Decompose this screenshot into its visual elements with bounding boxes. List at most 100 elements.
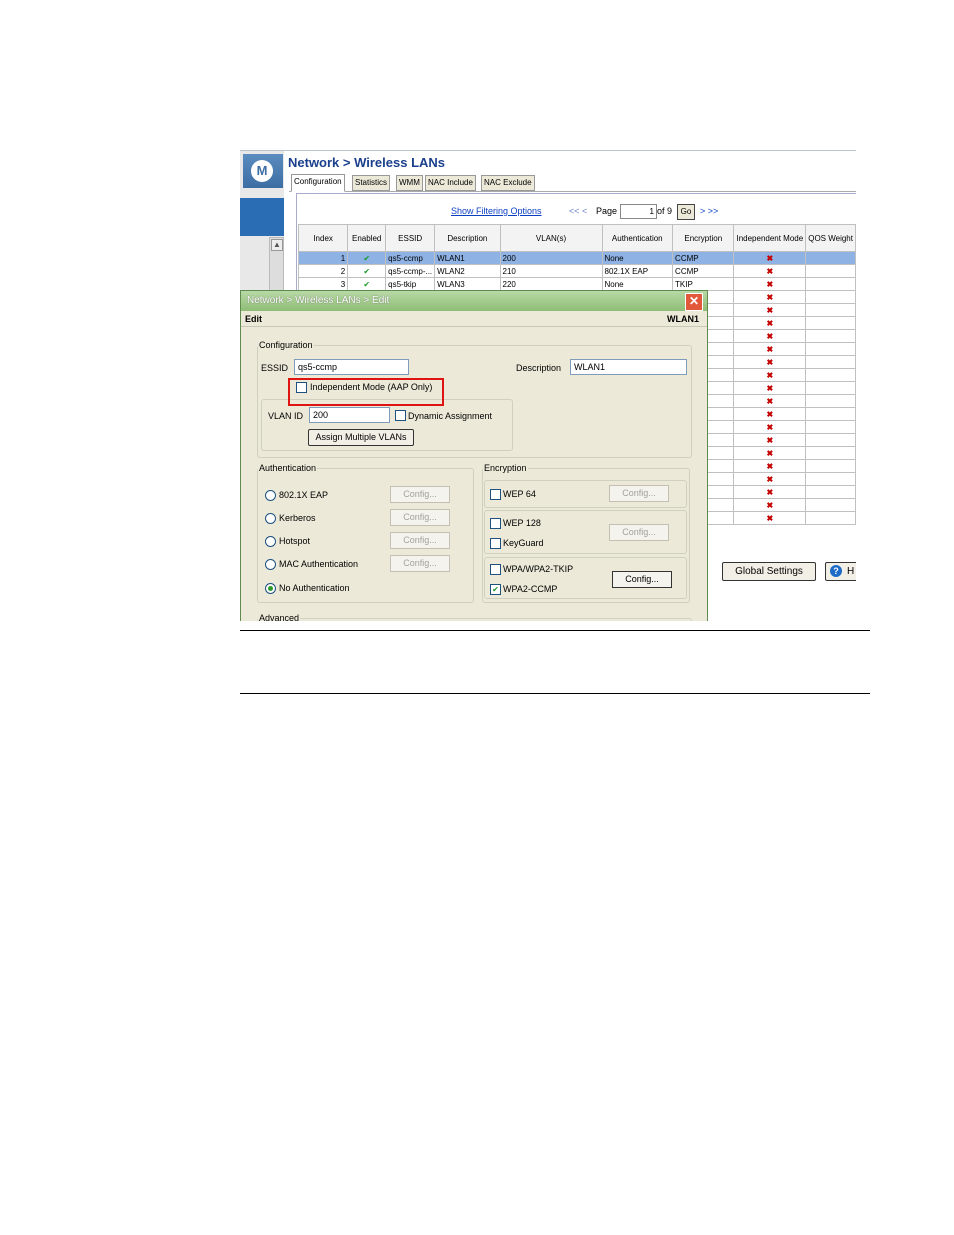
cell-description: WLAN2 [434, 264, 501, 278]
config-button-8021x[interactable]: Config... [390, 486, 450, 503]
keyguard-checkbox[interactable] [490, 538, 501, 549]
sidebar-nav-bar[interactable] [240, 198, 284, 236]
tab-configuration[interactable]: Configuration [291, 174, 345, 192]
enabled-check-icon: ✔ [347, 264, 387, 278]
essid-input[interactable]: qs5-ccmp [294, 359, 409, 375]
next-page-link[interactable]: > >> [700, 206, 718, 216]
edit-label: Edit [245, 314, 262, 324]
radio-8021x-eap[interactable] [265, 490, 276, 501]
table-row[interactable]: 1 ✔ qs5-ccmp WLAN1 200 None CCMP ✖ [297, 251, 856, 265]
wep64-checkbox[interactable] [490, 489, 501, 500]
col-qos-weight[interactable]: QOS Weight [805, 224, 856, 252]
wep128-checkbox[interactable] [490, 518, 501, 529]
cell-description: WLAN3 [434, 277, 501, 291]
page-input[interactable]: 1 [620, 204, 657, 219]
disabled-x-icon: ✖ [733, 511, 807, 525]
wlan-name: WLAN1 [667, 314, 699, 324]
cell-qos [805, 264, 856, 278]
close-icon[interactable]: ✕ [685, 293, 703, 311]
radio-mac-authentication[interactable] [265, 559, 276, 570]
dynamic-assignment-checkbox[interactable] [395, 410, 406, 421]
config-button-mac[interactable]: Config... [390, 555, 450, 572]
advanced-legend: Advanced [259, 613, 300, 621]
cell-enc: CCMP [672, 251, 735, 265]
cell-description: WLAN1 [434, 251, 501, 265]
radio-no-authentication[interactable] [265, 583, 276, 594]
config-button-wpa[interactable]: Config... [612, 571, 672, 588]
cell-auth: None [601, 277, 674, 291]
cell-vlan: 210 [499, 264, 603, 278]
col-description[interactable]: Description [434, 224, 501, 252]
col-vlans[interactable]: VLAN(s) [499, 224, 603, 252]
disabled-x-icon: ✖ [733, 407, 807, 421]
table-cell [805, 498, 856, 512]
motorola-logo: M [243, 154, 283, 188]
radio-label: Kerberos [279, 513, 316, 523]
radio-hotspot[interactable] [265, 536, 276, 547]
table-cell [805, 407, 856, 421]
disabled-x-icon: ✖ [733, 485, 807, 499]
cell-auth: 802.1X EAP [601, 264, 674, 278]
cell-essid: qs5-tkip [385, 277, 436, 291]
dialog-titlebar[interactable]: Network > Wireless LANs > Edit [241, 291, 707, 311]
global-settings-button[interactable]: Global Settings [722, 562, 816, 581]
wpa-tkip-label: WPA/WPA2-TKIP [503, 564, 574, 574]
cell-qos [805, 277, 856, 291]
config-button-wep128[interactable]: Config... [609, 524, 669, 541]
tab-nac-exclude[interactable]: NAC Exclude [481, 175, 535, 191]
table-cell [805, 472, 856, 486]
description-input[interactable]: WLAN1 [570, 359, 687, 375]
go-button[interactable]: Go [677, 204, 695, 220]
col-authentication[interactable]: Authentication [601, 224, 674, 252]
config-button-hotspot[interactable]: Config... [390, 532, 450, 549]
config-button-kerberos[interactable]: Config... [390, 509, 450, 526]
cell-auth: None [601, 251, 674, 265]
scroll-up-icon[interactable]: ▲ [271, 239, 283, 251]
radio-label: MAC Authentication [279, 559, 359, 569]
advanced-group: Advanced [257, 613, 692, 621]
col-independent-mode[interactable]: Independent Mode [733, 224, 807, 252]
assign-multiple-vlans-button[interactable]: Assign Multiple VLANs [308, 429, 414, 446]
table-row[interactable]: 2 ✔ qs5-ccmp-... WLAN2 210 802.1X EAP CC… [297, 264, 856, 278]
authentication-legend: Authentication [259, 463, 317, 473]
disabled-x-icon: ✖ [733, 459, 807, 473]
dynamic-assignment-label: Dynamic Assignment [408, 411, 493, 421]
disabled-x-icon: ✖ [733, 290, 807, 304]
col-encryption[interactable]: Encryption [672, 224, 735, 252]
encryption-legend: Encryption [484, 463, 527, 473]
table-cell [805, 355, 856, 369]
enabled-check-icon: ✔ [347, 277, 387, 291]
table-cell [805, 303, 856, 317]
tab-wmm[interactable]: WMM [396, 175, 423, 191]
wep64-label: WEP 64 [503, 489, 536, 499]
cell-essid: qs5-ccmp-... [385, 264, 436, 278]
table-row[interactable]: 3 ✔ qs5-tkip WLAN3 220 None TKIP ✖ [297, 277, 856, 291]
show-filtering-link[interactable]: Show Filtering Options [451, 206, 542, 216]
disabled-x-icon: ✖ [733, 420, 807, 434]
cell-enc: TKIP [672, 277, 735, 291]
table-cell [805, 511, 856, 525]
col-index[interactable]: Index [297, 224, 349, 252]
disabled-x-icon: ✖ [733, 433, 807, 447]
bottom-rule [240, 693, 870, 694]
cell-index: 3 [297, 277, 349, 291]
cell-index: 2 [297, 264, 349, 278]
disabled-x-icon: ✖ [733, 303, 807, 317]
prev-page-link[interactable]: << < [569, 206, 587, 216]
cell-vlan: 220 [499, 277, 603, 291]
vlan-id-input[interactable]: 200 [309, 407, 390, 423]
tab-bar: Configuration Statistics WMM NAC Include… [289, 174, 856, 192]
wpa-ccmp-checkbox[interactable]: ✔ [490, 584, 501, 595]
wpa-tkip-checkbox[interactable] [490, 564, 501, 575]
tab-nac-include[interactable]: NAC Include [425, 175, 476, 191]
col-essid[interactable]: ESSID [385, 224, 436, 252]
radio-kerberos[interactable] [265, 513, 276, 524]
help-button[interactable]: ? H [825, 562, 856, 581]
keyguard-label: KeyGuard [503, 538, 544, 548]
dialog-title: Network > Wireless LANs > Edit [247, 295, 390, 306]
config-button-wep64[interactable]: Config... [609, 485, 669, 502]
tab-statistics[interactable]: Statistics [352, 175, 391, 191]
col-enabled[interactable]: Enabled [347, 224, 387, 252]
table-header-row: Index Enabled ESSID Description VLAN(s) … [297, 224, 856, 252]
page-title: Network > Wireless LANs [288, 155, 446, 170]
